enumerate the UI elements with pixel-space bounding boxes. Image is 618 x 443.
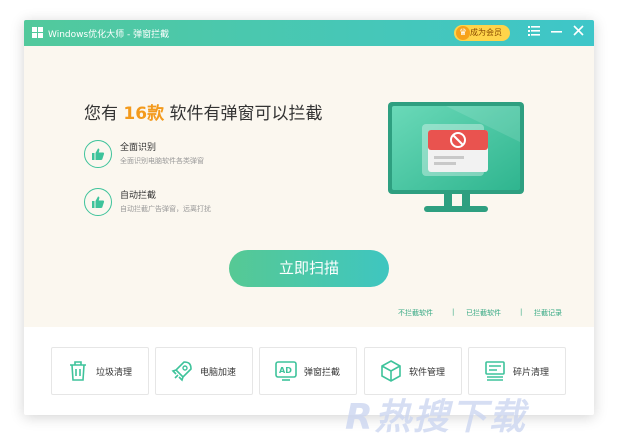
tool-junk-clean[interactable]: 垃圾清理: [51, 347, 149, 395]
vip-label: 成为会员: [470, 28, 502, 37]
link-blocked-apps[interactable]: 已拦截软件: [466, 308, 501, 318]
rocket-icon: [171, 361, 192, 382]
app-count: 16款: [123, 104, 165, 124]
link-separator: |: [452, 308, 455, 316]
tool-label: 碎片清理: [513, 368, 550, 378]
minimize-icon[interactable]: [548, 24, 564, 42]
tool-label: 电脑加速: [200, 368, 237, 378]
scan-now-button[interactable]: 立即扫描: [229, 250, 389, 287]
watermark: R热搜下载: [345, 397, 527, 438]
box-icon: [381, 360, 401, 382]
svg-text:AD: AD: [279, 366, 292, 375]
close-icon[interactable]: [570, 24, 586, 42]
tool-label: 弹窗拦截: [304, 368, 341, 378]
headline-suffix: 软件有弹窗可以拦截: [169, 104, 323, 124]
thumbs-up-icon: [84, 188, 112, 216]
crown-icon: ♛: [456, 26, 470, 40]
feature-desc: 自动拦截广告弹窗，远离打扰: [120, 205, 211, 213]
feature-desc: 全面识别电脑软件各类弹窗: [120, 157, 204, 165]
app-window: Windows优化大师 - 弹窗拦截 ♛ 成为会员 您有 16款 软件有弹窗可以…: [24, 20, 594, 415]
tool-label: 软件管理: [409, 368, 446, 378]
headline-prefix: 您有: [84, 104, 118, 124]
feature-auto-block: 自动拦截 自动拦截广告弹窗，远离打扰: [84, 188, 284, 218]
title-bar[interactable]: Windows优化大师 - 弹窗拦截 ♛ 成为会员: [24, 20, 594, 46]
link-unblocked-apps[interactable]: 不拦截软件: [398, 308, 433, 318]
headline: 您有 16款 软件有弹窗可以拦截: [84, 99, 322, 124]
tool-speed-up[interactable]: 电脑加速: [155, 347, 253, 395]
menu-icon[interactable]: [526, 24, 542, 42]
trash-icon: [70, 361, 86, 381]
thumbs-up-icon: [84, 140, 112, 168]
link-separator: |: [520, 308, 523, 316]
defrag-icon: [485, 361, 505, 381]
window-title: Windows优化大师 - 弹窗拦截: [48, 30, 170, 40]
feature-recognize: 全面识别 全面识别电脑软件各类弹窗: [84, 140, 284, 170]
ad-block-icon: AD: [275, 361, 297, 381]
tool-label: 垃圾清理: [96, 368, 133, 378]
link-block-records[interactable]: 拦截记录: [534, 308, 562, 318]
tool-popup-block[interactable]: AD 弹窗拦截: [259, 347, 357, 395]
windows-logo-icon: [32, 27, 44, 39]
feature-title: 自动拦截: [120, 191, 157, 201]
monitor-illustration: [388, 102, 524, 212]
feature-title: 全面识别: [120, 143, 157, 153]
vip-button[interactable]: ♛ 成为会员: [454, 25, 510, 41]
